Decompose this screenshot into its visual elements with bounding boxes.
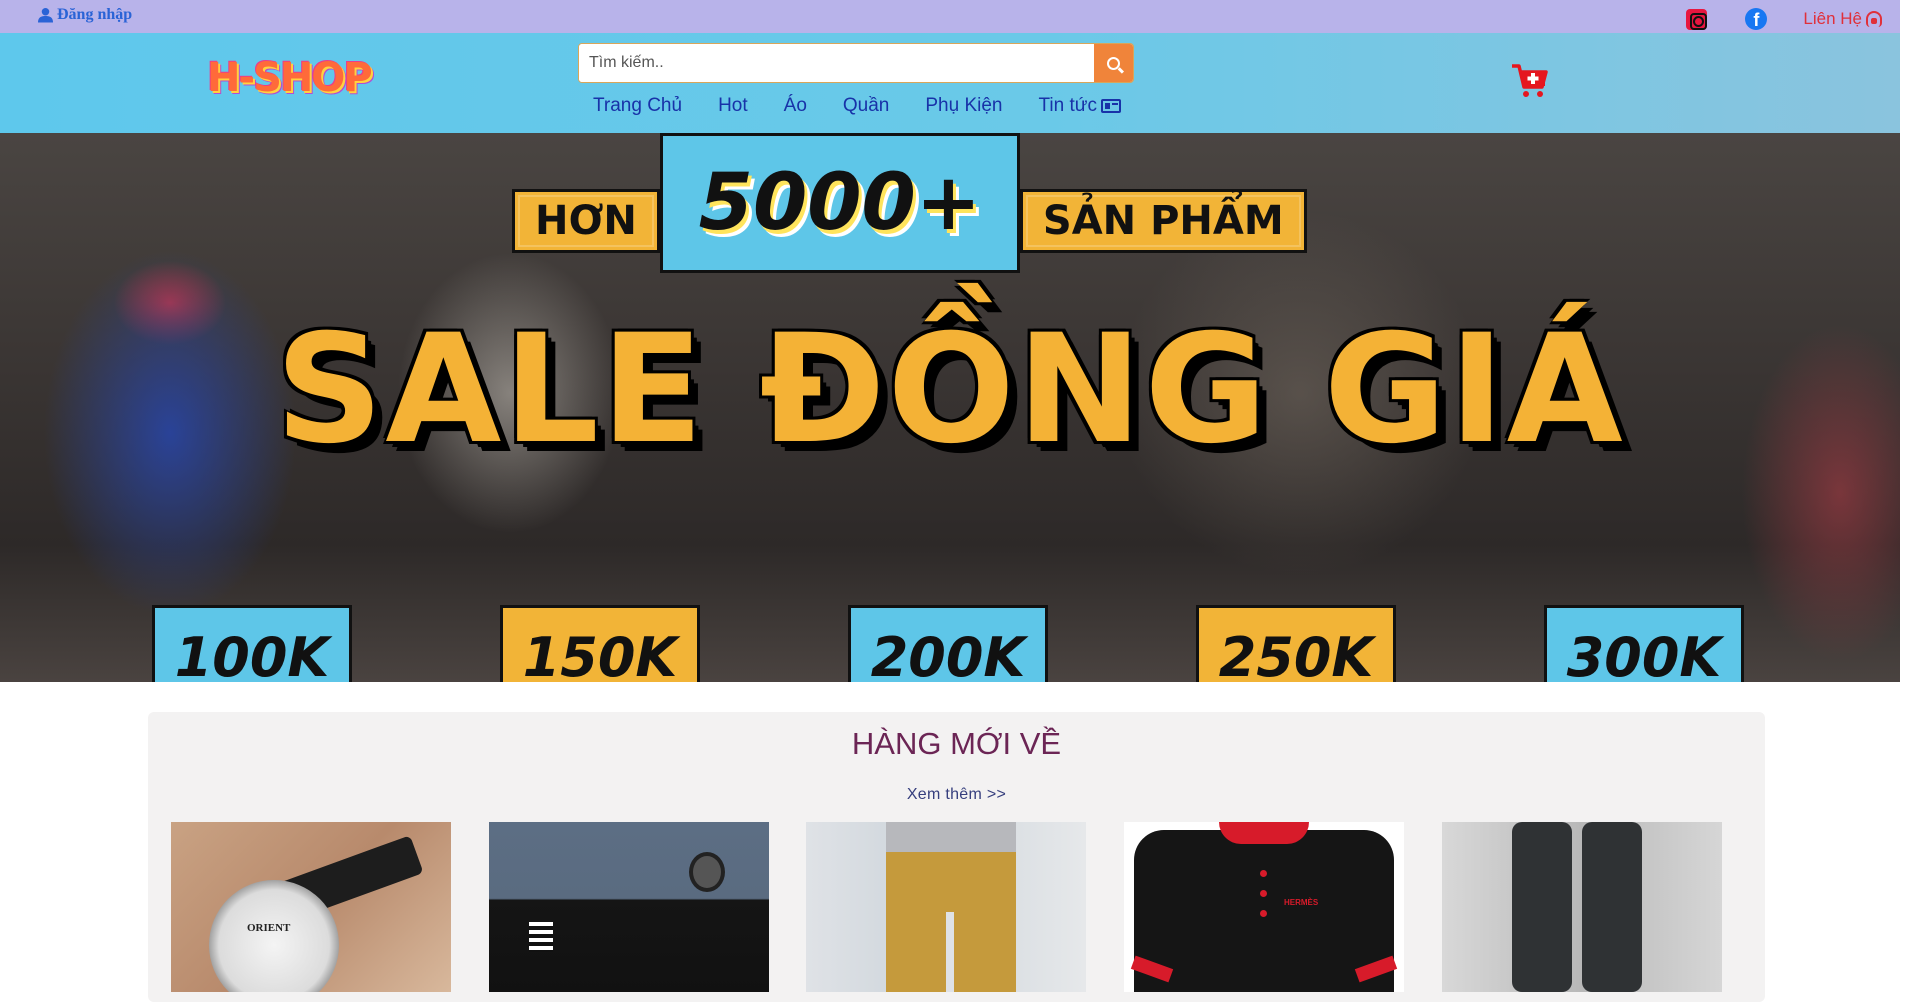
product-card-polo-shirt[interactable]: HERMÈS: [1124, 822, 1404, 992]
search-button[interactable]: [1094, 44, 1133, 82]
nav-item-home[interactable]: Trang Chủ: [593, 95, 682, 117]
polo-button: [1260, 890, 1267, 897]
nav-item-news[interactable]: Tin tức: [1039, 95, 1121, 117]
nav-label-hot: Hot: [718, 95, 748, 116]
nav-item-accessories[interactable]: Phụ Kiện: [925, 95, 1002, 117]
product-card-black-shorts[interactable]: [489, 822, 769, 992]
site-logo[interactable]: H-SHOP: [207, 55, 373, 101]
cart-plus-icon[interactable]: [1510, 63, 1548, 99]
price-tag-300k: 300K: [1544, 605, 1744, 682]
nav-label-shirts: Áo: [783, 95, 807, 116]
product-card-watch[interactable]: ORIENT: [171, 822, 451, 992]
nav-label-home: Trang Chủ: [593, 95, 683, 116]
product-card-joggers[interactable]: [1442, 822, 1722, 992]
nav-label-pants: Quần: [842, 95, 890, 116]
nav-label-news: Tin tức: [1038, 95, 1097, 116]
pants-gap: [946, 912, 954, 992]
new-arrivals-section: HÀNG MỚI VỀ Xem thêm >> ORIENT HERMÈS: [148, 712, 1765, 1002]
polo-brand: HERMÈS: [1284, 898, 1319, 907]
banner-tag-products: SẢN PHẨM: [1019, 188, 1307, 253]
wrist-watch: [689, 852, 725, 892]
price-tag-150k: 150K: [500, 605, 700, 682]
login-link[interactable]: Đăng nhập: [38, 6, 132, 24]
contact-label: Liên Hệ: [1803, 9, 1862, 28]
jogger-right-leg: [1582, 822, 1642, 992]
nav-item-shirts[interactable]: Áo: [784, 95, 807, 117]
polo-button: [1260, 910, 1267, 917]
polo-collar: [1219, 822, 1309, 844]
newspaper-icon: [1100, 99, 1121, 113]
price-tag-250k: 250K: [1196, 605, 1396, 682]
section-title: HÀNG MỚI VỀ: [851, 726, 1062, 761]
headset-icon: [1866, 11, 1882, 27]
price-tag-200k: 200K: [848, 605, 1048, 682]
product-card-khaki-pants[interactable]: [806, 822, 1086, 992]
nav-label-accessories: Phụ Kiện: [925, 95, 1003, 116]
main-nav: Trang Chủ Hot Áo Quần Phụ Kiện Tin tức: [593, 95, 1157, 117]
banner-title: SALE ĐỒNG GIÁ: [275, 303, 1625, 477]
shorts-stripes: [529, 922, 553, 952]
facebook-icon[interactable]: f: [1745, 8, 1768, 30]
nav-item-pants[interactable]: Quần: [843, 95, 889, 117]
login-label: Đăng nhập: [57, 6, 133, 23]
social-links: f Liên Hệ: [1686, 8, 1882, 30]
contact-link[interactable]: Liên Hệ: [1803, 9, 1882, 29]
promo-banner[interactable]: HƠN 5000+ SẢN PHẨM SALE ĐỒNG GIÁ 100K 15…: [0, 133, 1900, 682]
banner-tag-more-than: HƠN: [512, 188, 660, 253]
watch-brand: ORIENT: [247, 922, 291, 934]
price-tag-100k: 100K: [152, 605, 352, 682]
search-icon: [1107, 56, 1120, 70]
banner-headline-row: HƠN 5000+ SẢN PHẨM: [512, 133, 1307, 273]
see-more-link[interactable]: Xem thêm >>: [148, 786, 1765, 804]
user-icon: [38, 7, 53, 23]
search-bar: [578, 43, 1134, 83]
site-header: H-SHOP Trang Chủ Hot Áo Quần Phụ Kiện Ti…: [0, 33, 1900, 133]
nav-item-hot[interactable]: Hot: [718, 95, 748, 117]
polo-button: [1260, 870, 1267, 877]
search-input[interactable]: [579, 44, 1094, 82]
top-bar: Đăng nhập f Liên Hệ: [0, 0, 1900, 33]
instagram-icon[interactable]: [1686, 8, 1708, 30]
banner-product-count: 5000+: [659, 133, 1020, 273]
jogger-left-leg: [1512, 822, 1572, 992]
